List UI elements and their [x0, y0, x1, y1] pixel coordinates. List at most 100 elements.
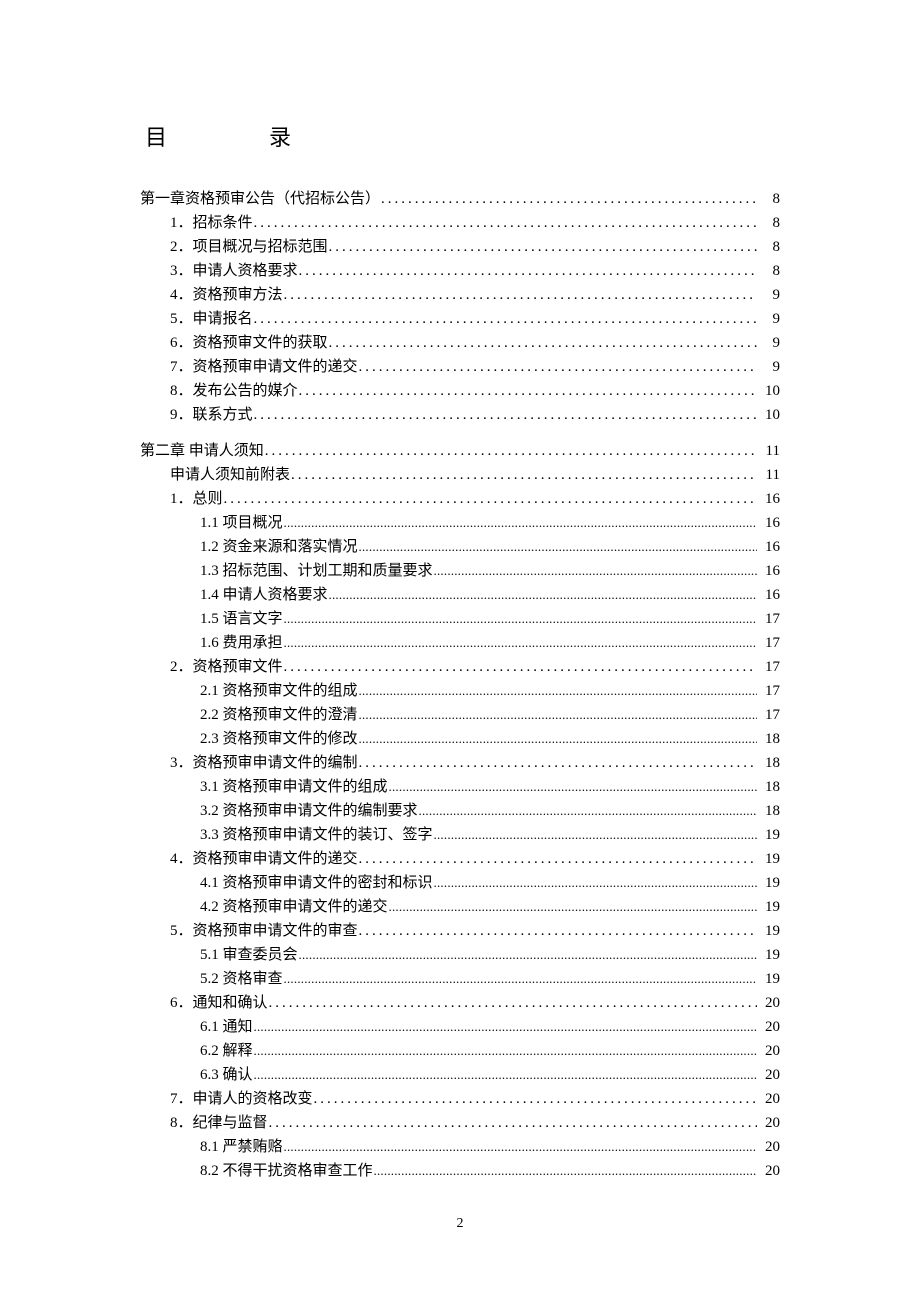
toc-entry-page: 18 — [758, 751, 780, 775]
toc-entry[interactable]: 第一章资格预审公告（代招标公告） 8 — [140, 187, 780, 211]
toc-entry-label: 8．发布公告的媒介 — [170, 379, 298, 403]
toc-entry[interactable]: 1．总则16 — [170, 487, 780, 511]
toc-entry-page: 20 — [758, 1111, 780, 1135]
toc-leader — [284, 607, 757, 631]
toc-entry-page: 20 — [758, 1087, 780, 1111]
toc-entry-label: 1．总则 — [170, 487, 223, 511]
toc-entry[interactable]: 4.2 资格预审申请文件的递交 19 — [200, 895, 780, 919]
toc-entry-page: 11 — [758, 463, 780, 487]
toc-entry[interactable]: 6.1 通知20 — [200, 1015, 780, 1039]
toc-entry-label: 1.1 项目概况 — [200, 511, 283, 535]
toc-entry-label: 第二章 申请人须知 — [140, 439, 264, 463]
toc-entry[interactable]: 6.2 解释20 — [200, 1039, 780, 1063]
toc-entry[interactable]: 5．资格预审申请文件的审查19 — [170, 919, 780, 943]
toc-leader — [254, 307, 757, 331]
toc-entry-label: 9．联系方式 — [170, 403, 253, 427]
toc-entry[interactable]: 5.1 审查委员会19 — [200, 943, 780, 967]
toc-entry-page: 18 — [758, 727, 780, 751]
toc-leader — [314, 1087, 757, 1111]
toc-entry[interactable]: 2.2 资格预审文件的澄清17 — [200, 703, 780, 727]
toc-entry[interactable]: 1.6 费用承担17 — [200, 631, 780, 655]
toc-leader — [359, 847, 757, 871]
toc-entry-page: 19 — [758, 871, 780, 895]
toc-entry[interactable]: 1．招标条件8 — [170, 211, 780, 235]
toc-entry-label: 7．资格预审申请文件的递交 — [170, 355, 358, 379]
toc-leader — [359, 727, 757, 751]
toc-entry[interactable]: 3.1 资格预审申请文件的组成18 — [200, 775, 780, 799]
toc-entry[interactable]: 2.1 资格预审文件的组成17 — [200, 679, 780, 703]
toc-entry[interactable]: 8.2 不得干扰资格审查工作20 — [200, 1159, 780, 1183]
toc-entry-label: 2．资格预审文件 — [170, 655, 283, 679]
toc-entry[interactable]: 5．申请报名9 — [170, 307, 780, 331]
toc-entry[interactable]: 2.3 资格预审文件的修改 18 — [200, 727, 780, 751]
toc-entry[interactable]: 6．资格预审文件的获取 9 — [170, 331, 780, 355]
toc-leader — [381, 187, 757, 211]
toc-entry-label: 6．资格预审文件的获取 — [170, 331, 328, 355]
toc-entry[interactable]: 申请人须知前附表 11 — [170, 463, 780, 487]
toc-entry[interactable]: 第二章 申请人须知 11 — [140, 439, 780, 463]
toc-entry[interactable]: 8．发布公告的媒介 10 — [170, 379, 780, 403]
toc-entry[interactable]: 1.5 语言文字17 — [200, 607, 780, 631]
toc-entry-label: 2．项目概况与招标范围 — [170, 235, 328, 259]
toc-entry-page: 8 — [758, 187, 780, 211]
toc-leader — [284, 631, 757, 655]
toc-entry[interactable]: 1.1 项目概况16 — [200, 511, 780, 535]
toc-entry-label: 1.5 语言文字 — [200, 607, 283, 631]
toc-entry[interactable]: 8．纪律与监督20 — [170, 1111, 780, 1135]
toc-entry-page: 19 — [758, 895, 780, 919]
toc-entry[interactable]: 6.3 确认20 — [200, 1063, 780, 1087]
toc-leader — [284, 511, 757, 535]
toc-entry-page: 16 — [758, 559, 780, 583]
toc-entry[interactable]: 2．项目概况与招标范围8 — [170, 235, 780, 259]
toc-entry-label: 1.3 招标范围、计划工期和质量要求 — [200, 559, 433, 583]
toc-leader — [359, 535, 757, 559]
toc-entry-label: 4.1 资格预审申请文件的密封和标识 — [200, 871, 433, 895]
toc-entry[interactable]: 3.2 资格预审申请文件的编制要求18 — [200, 799, 780, 823]
toc-leader — [265, 439, 757, 463]
toc-leader — [329, 583, 757, 607]
toc-entry-page: 19 — [758, 943, 780, 967]
toc-entry-label: 3.1 资格预审申请文件的组成 — [200, 775, 388, 799]
toc-entry-page: 17 — [758, 655, 780, 679]
toc-entry-label: 申请人须知前附表 — [170, 463, 290, 487]
toc-entry[interactable]: 1.3 招标范围、计划工期和质量要求 16 — [200, 559, 780, 583]
toc-entry[interactable]: 3.3 资格预审申请文件的装订、签字19 — [200, 823, 780, 847]
toc-entry-label: 5．资格预审申请文件的审查 — [170, 919, 358, 943]
toc-entry-page: 11 — [758, 439, 780, 463]
toc-entry-page: 9 — [758, 331, 780, 355]
toc-entry-page: 16 — [758, 535, 780, 559]
toc-entry[interactable]: 4.1 资格预审申请文件的密封和标识 19 — [200, 871, 780, 895]
toc-entry-label: 4．资格预审申请文件的递交 — [170, 847, 358, 871]
toc-entry[interactable]: 7．申请人的资格改变20 — [170, 1087, 780, 1111]
toc-entry-label: 第一章资格预审公告（代招标公告） — [140, 187, 380, 211]
toc-entry[interactable]: 7．资格预审申请文件的递交9 — [170, 355, 780, 379]
toc-entry[interactable]: 4．资格预审申请文件的递交19 — [170, 847, 780, 871]
toc-entry-label: 8.1 严禁贿赂 — [200, 1135, 283, 1159]
toc-entry-label: 4．资格预审方法 — [170, 283, 283, 307]
toc-entry-label: 6.3 确认 — [200, 1063, 253, 1087]
toc-entry[interactable]: 6．通知和确认20 — [170, 991, 780, 1015]
toc-leader — [254, 1015, 757, 1039]
toc-entry[interactable]: 9．联系方式10 — [170, 403, 780, 427]
toc-entry[interactable]: 8.1 严禁贿赂20 — [200, 1135, 780, 1159]
toc-entry[interactable]: 5.2 资格审查19 — [200, 967, 780, 991]
toc-leader — [329, 331, 757, 355]
toc-entry-label: 2.3 资格预审文件的修改 — [200, 727, 358, 751]
toc-leader — [299, 259, 757, 283]
toc-entry[interactable]: 3．资格预审申请文件的编制18 — [170, 751, 780, 775]
toc-entry-label: 1.4 申请人资格要求 — [200, 583, 328, 607]
toc-entry[interactable]: 2．资格预审文件 17 — [170, 655, 780, 679]
toc-entry-label: 1.2 资金来源和落实情况 — [200, 535, 358, 559]
toc-leader — [254, 211, 757, 235]
toc-list: 第一章资格预审公告（代招标公告） 81．招标条件82．项目概况与招标范围83．申请… — [140, 187, 780, 1183]
toc-entry[interactable]: 4．资格预审方法9 — [170, 283, 780, 307]
toc-entry[interactable]: 1.4 申请人资格要求16 — [200, 583, 780, 607]
toc-entry[interactable]: 3．申请人资格要求8 — [170, 259, 780, 283]
toc-leader — [284, 655, 757, 679]
toc-entry[interactable]: 1.2 资金来源和落实情况 16 — [200, 535, 780, 559]
toc-leader — [359, 919, 757, 943]
toc-entry-label: 4.2 资格预审申请文件的递交 — [200, 895, 388, 919]
toc-leader — [254, 403, 757, 427]
toc-leader — [389, 895, 757, 919]
toc-entry-page: 10 — [758, 379, 780, 403]
